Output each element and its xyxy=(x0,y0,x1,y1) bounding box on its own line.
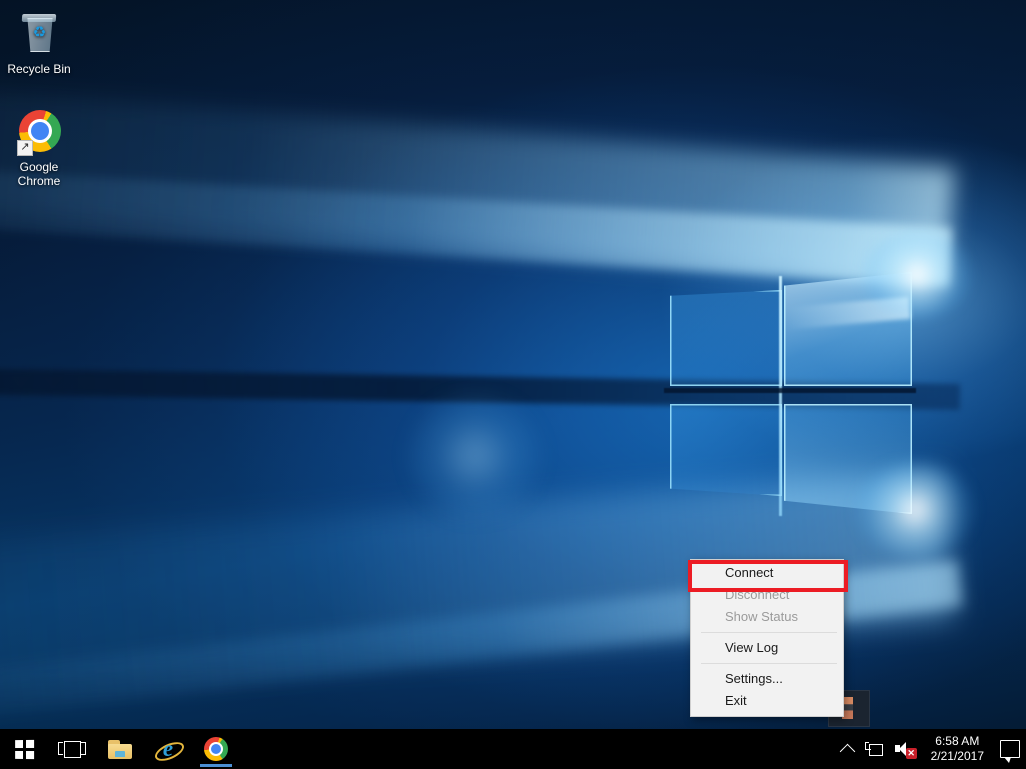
desktop-icon-google-chrome[interactable]: ↗ Google Chrome xyxy=(0,108,78,188)
system-tray: ✕ 6:58 AM 2/21/2017 xyxy=(836,729,1026,769)
pane-highlight-streak xyxy=(787,296,911,330)
tray-context-menu: Connect Disconnect Show Status View Log … xyxy=(690,559,844,717)
desktop-icon-label-line2: Chrome xyxy=(17,174,61,188)
recycle-bin-icon: ♻ xyxy=(15,10,63,58)
menu-item-exit[interactable]: Exit xyxy=(691,690,843,712)
clock-date: 2/21/2017 xyxy=(930,749,984,763)
action-center-icon xyxy=(1000,740,1020,763)
menu-item-show-status: Show Status xyxy=(725,609,798,624)
clock-time: 6:58 AM xyxy=(935,734,980,748)
glow-hotspot-bottom xyxy=(856,462,974,558)
show-hidden-icons-button[interactable] xyxy=(836,729,859,769)
clock-button[interactable]: 6:58 AM 2/21/2017 xyxy=(921,734,994,764)
menu-item-view-log[interactable]: View Log xyxy=(691,637,843,659)
google-chrome-icon xyxy=(204,737,228,761)
window-pane-top-right xyxy=(784,272,912,386)
desktop-icon-label-line1: Google xyxy=(19,160,59,174)
windows-logo-icon xyxy=(14,739,34,759)
menu-separator xyxy=(701,663,837,664)
speaker-muted-icon: ✕ xyxy=(894,741,917,759)
network-button[interactable] xyxy=(859,729,889,769)
light-ray xyxy=(0,156,952,286)
menu-separator xyxy=(701,632,837,633)
shortcut-arrow-icon: ↗ xyxy=(17,140,33,156)
internet-explorer-icon: e xyxy=(152,737,187,765)
menu-item-disconnect: Disconnect xyxy=(725,587,790,602)
window-pane-top-left xyxy=(670,290,782,386)
mute-badge-icon: ✕ xyxy=(905,748,917,759)
chevron-up-icon xyxy=(839,743,855,759)
file-explorer-button[interactable] xyxy=(96,729,144,769)
desktop-icon-recycle-bin[interactable]: ♻ Recycle Bin xyxy=(0,10,78,76)
folder-icon xyxy=(108,739,132,759)
task-view-button[interactable] xyxy=(48,729,96,769)
desktop-icon-label: Recycle Bin xyxy=(7,62,71,76)
light-ray xyxy=(0,64,955,288)
action-center-button[interactable] xyxy=(994,729,1026,769)
start-button[interactable] xyxy=(0,729,48,769)
menu-item-connect[interactable]: Connect xyxy=(691,562,843,584)
task-view-icon xyxy=(58,740,86,758)
chrome-taskbar-button[interactable] xyxy=(192,729,240,769)
google-chrome-icon: ↗ xyxy=(15,108,63,156)
menu-item-settings[interactable]: Settings... xyxy=(691,668,843,690)
window-mullion-vertical xyxy=(779,276,782,516)
volume-button[interactable]: ✕ xyxy=(889,729,921,769)
glow-hotspot-center xyxy=(410,396,540,516)
window-pane-bottom-left xyxy=(670,404,782,496)
network-icon xyxy=(864,741,883,757)
desktop-wallpaper[interactable] xyxy=(0,0,1026,769)
taskbar: e ✕ 6:58 AM 2/21/2017 xyxy=(0,729,1026,769)
window-pane-bottom-right xyxy=(784,404,912,514)
desktop-screen: ♻ Recycle Bin ↗ Google Chrome Connect Di… xyxy=(0,0,1026,769)
internet-explorer-button[interactable]: e xyxy=(144,729,192,769)
window-mullion-horizontal xyxy=(664,388,916,393)
